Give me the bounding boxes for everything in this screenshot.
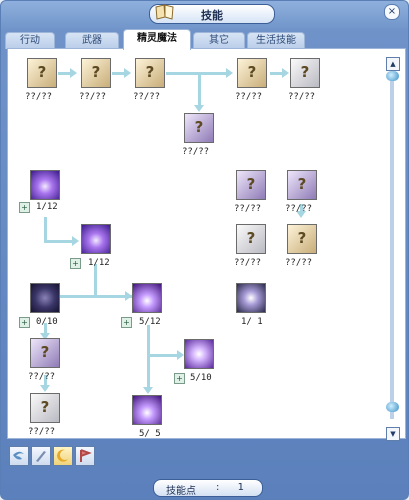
scroll-track[interactable] <box>390 73 394 419</box>
tab-other[interactable]: 其它 <box>193 32 245 49</box>
skill-icon-learned[interactable] <box>132 395 162 425</box>
connector-arrow <box>194 105 204 112</box>
tab-weapon[interactable]: 武器 <box>65 32 119 49</box>
skill-level: ??/?? <box>285 258 313 268</box>
skill-level: 5/10 <box>190 373 212 383</box>
connector-arrow <box>124 68 131 78</box>
skill-category-bar <box>7 442 404 470</box>
tab-action[interactable]: 行动 <box>5 32 55 49</box>
connector-arrow <box>282 68 289 78</box>
level-up-button[interactable]: + <box>19 317 30 328</box>
tab-life-skills[interactable]: 生活技能 <box>247 32 305 49</box>
scroll-end-marker[interactable] <box>386 402 399 412</box>
skill-level: ??/?? <box>79 92 107 102</box>
skill-level: ??/?? <box>234 204 262 214</box>
skill-tree-panel: ? ??/?? ? ??/?? ? ??/?? ? ??/?? ? ??/?? … <box>7 48 406 439</box>
scroll-up-button[interactable]: ▲ <box>386 57 400 71</box>
connector-arrow <box>177 350 184 360</box>
connector-arrow <box>70 68 77 78</box>
skill-icon-learned[interactable] <box>81 224 111 254</box>
close-button[interactable]: × <box>384 4 400 20</box>
skill-level: 1/12 <box>36 202 58 212</box>
skill-level: ??/?? <box>235 92 263 102</box>
level-up-button[interactable]: + <box>19 202 30 213</box>
skill-points-separator: : <box>216 482 220 493</box>
connector <box>147 354 177 357</box>
skill-level: 5/12 <box>139 317 161 327</box>
tab-bar: 行动 武器 精灵魔法 其它 生活技能 <box>5 29 403 50</box>
wind-icon[interactable] <box>9 446 29 466</box>
skill-level: ??/?? <box>285 204 313 214</box>
skill-level: 1/ 1 <box>241 317 263 327</box>
connector-arrow <box>40 385 50 392</box>
window-title: 技能 <box>201 9 223 22</box>
connector <box>94 264 97 296</box>
skill-icon-locked[interactable]: ? <box>30 393 60 423</box>
skill-level: ??/?? <box>234 258 262 268</box>
skill-points-bar: 技能点 : 1 <box>153 479 263 497</box>
connector <box>44 217 47 241</box>
skill-icon-learned[interactable] <box>184 339 214 369</box>
scroll-thumb[interactable] <box>386 71 399 81</box>
scrollbar[interactable]: ▲ ▼ <box>386 57 400 441</box>
connector-arrow <box>143 387 153 394</box>
level-up-button[interactable]: + <box>121 317 132 328</box>
skill-icon-locked[interactable]: ? <box>287 170 317 200</box>
moon-icon[interactable] <box>53 446 73 466</box>
skill-level: 5/ 5 <box>139 429 161 439</box>
skill-icon-locked[interactable]: ? <box>135 58 165 88</box>
skill-icon-locked[interactable]: ? <box>237 58 267 88</box>
skill-level: ??/?? <box>28 427 56 437</box>
level-up-button[interactable]: + <box>70 258 81 269</box>
title-bar[interactable]: 技能 <box>149 4 275 24</box>
connector <box>58 72 70 75</box>
tab-spirit-magic[interactable]: 精灵魔法 <box>123 29 191 50</box>
skill-level: ??/?? <box>182 147 210 157</box>
skill-icon-locked[interactable]: ? <box>287 224 317 254</box>
skill-icon-locked[interactable]: ? <box>236 170 266 200</box>
skill-icon-locked[interactable]: ? <box>27 58 57 88</box>
sword-icon[interactable] <box>31 446 51 466</box>
skill-icon-learned[interactable] <box>132 283 162 313</box>
connector <box>147 325 150 389</box>
skill-window: 技能 × 行动 武器 精灵魔法 其它 生活技能 ? ??/?? ? ??/?? … <box>0 0 409 500</box>
skill-level: 0/10 <box>36 317 58 327</box>
skill-level: ??/?? <box>288 92 316 102</box>
skill-icon-locked[interactable]: ? <box>81 58 111 88</box>
connector <box>166 72 226 75</box>
skill-points-label: 技能点 <box>166 486 196 497</box>
connector <box>44 240 72 243</box>
connector <box>112 72 124 75</box>
level-up-button[interactable]: + <box>174 373 185 384</box>
skill-icon-locked[interactable]: ? <box>30 338 60 368</box>
skill-icon-learned[interactable] <box>30 283 60 313</box>
skill-icon-locked[interactable]: ? <box>236 224 266 254</box>
skill-level: 1/12 <box>88 258 110 268</box>
skill-level: ??/?? <box>28 372 56 382</box>
skill-points-value: 1 <box>237 482 244 493</box>
flag-icon[interactable] <box>75 446 95 466</box>
scroll-down-button[interactable]: ▼ <box>386 427 400 441</box>
connector <box>198 74 201 106</box>
skill-level: ??/?? <box>133 92 161 102</box>
skill-icon-locked[interactable]: ? <box>184 113 214 143</box>
connector-arrow <box>226 68 233 78</box>
skill-icon-learned[interactable] <box>30 170 60 200</box>
skill-icon-locked[interactable]: ? <box>290 58 320 88</box>
connector-arrow <box>125 291 132 301</box>
connector <box>270 72 282 75</box>
skill-icon-learned[interactable] <box>236 283 266 313</box>
skill-level: ??/?? <box>25 92 53 102</box>
connector-arrow <box>72 236 79 246</box>
